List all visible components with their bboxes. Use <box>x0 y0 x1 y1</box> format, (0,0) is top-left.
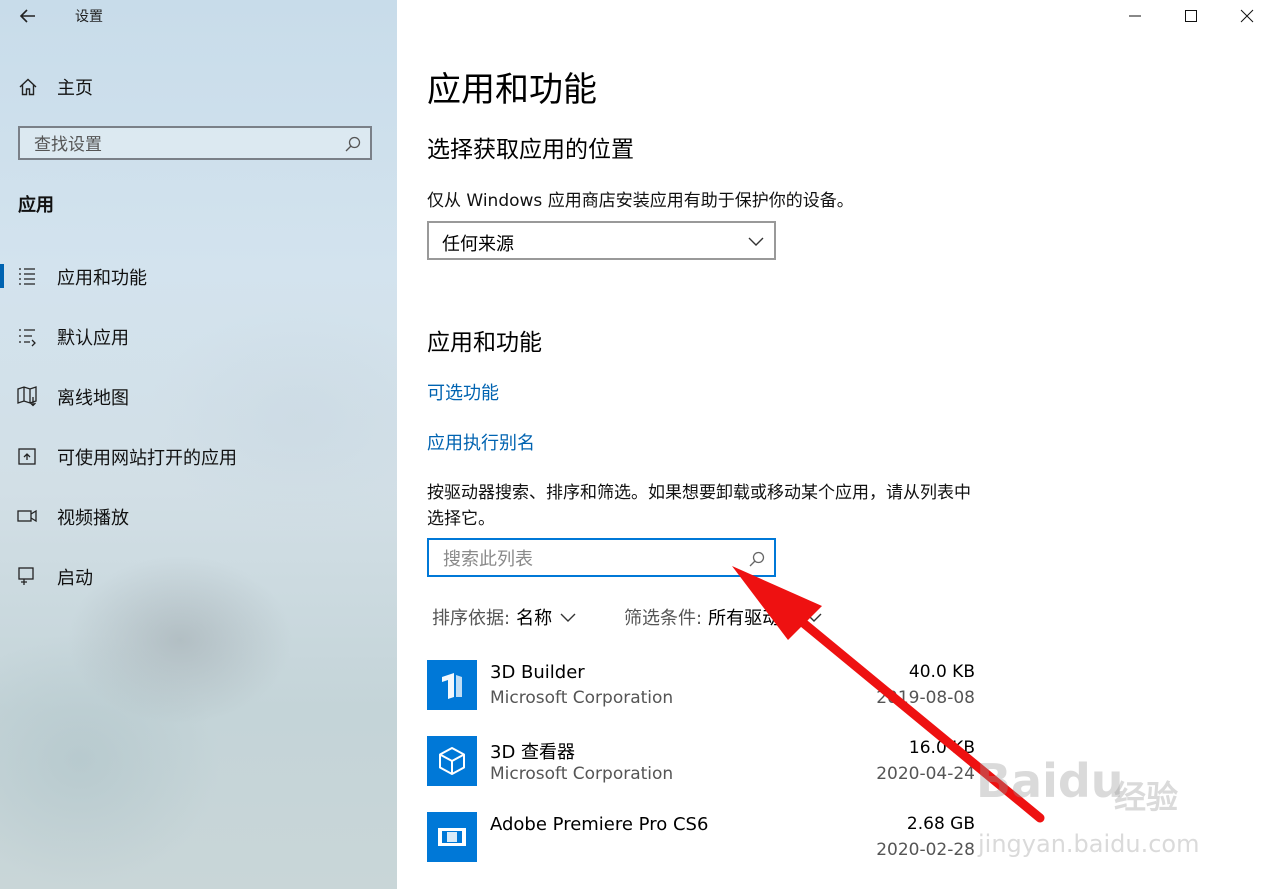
sidebar-item-label: 视频播放 <box>57 508 129 529</box>
app-list-item[interactable]: Adobe Premiere Pro CS6 2.68 GB 2020-02-2… <box>427 812 975 868</box>
back-button[interactable] <box>16 4 40 28</box>
sidebar-item-default-apps[interactable]: 默认应用 <box>0 316 397 356</box>
sidebar-item-label: 离线地图 <box>57 388 129 409</box>
map-icon <box>17 386 37 407</box>
video-icon <box>17 509 37 523</box>
app-name: 3D 查看器 <box>490 742 576 763</box>
back-arrow-icon <box>19 9 35 23</box>
sidebar-item-label: 启动 <box>57 568 93 589</box>
premiere-icon <box>427 812 477 862</box>
sidebar-item-label: 默认应用 <box>57 328 129 349</box>
app-size: 16.0 KB <box>908 738 975 758</box>
chevron-down-icon <box>748 237 764 246</box>
sidebar-item-label: 应用和功能 <box>57 268 147 289</box>
startup-icon <box>18 567 34 585</box>
page-title: 应用和功能 <box>427 70 597 110</box>
install-source-description: 仅从 Windows 应用商店安装应用有助于保护你的设备。 <box>427 191 854 211</box>
sort-by-dropdown[interactable]: 排序依据: 名称 <box>432 604 576 630</box>
app-publisher: Microsoft Corporation <box>490 764 674 784</box>
sort-value: 名称 <box>516 608 553 629</box>
install-source-heading: 选择获取应用的位置 <box>427 137 634 163</box>
app-date: 2019-08-08 <box>876 688 975 708</box>
sidebar-home[interactable]: 主页 <box>18 74 93 100</box>
sidebar-section-label: 应用 <box>18 195 54 216</box>
chevron-down-icon <box>806 613 822 622</box>
dropdown-value: 任何来源 <box>442 234 514 255</box>
filter-by-dropdown[interactable]: 筛选条件: 所有驱动器 <box>624 604 822 630</box>
apps-features-heading: 应用和功能 <box>427 330 542 356</box>
3d-builder-icon <box>427 660 477 710</box>
app-size: 2.68 GB <box>906 814 975 834</box>
window-title: 设置 <box>75 9 103 25</box>
install-source-dropdown[interactable]: 任何来源 <box>427 221 776 260</box>
sidebar-item-offline-maps[interactable]: 离线地图 <box>0 376 397 416</box>
settings-search-input[interactable] <box>32 132 336 158</box>
sidebar-item-apps-features[interactable]: 应用和功能 <box>0 256 397 296</box>
sidebar-item-startup[interactable]: 启动 <box>0 556 397 596</box>
app-publisher: Microsoft Corporation <box>490 688 674 708</box>
apps-list-icon <box>19 268 35 285</box>
sort-label: 排序依据: <box>432 608 511 629</box>
app-list-search-box[interactable] <box>427 538 776 577</box>
app-list-item[interactable]: 3D Builder Microsoft Corporation 40.0 KB… <box>427 660 975 716</box>
app-list-item[interactable]: 3D 查看器 Microsoft Corporation 16.0 KB 202… <box>427 736 975 792</box>
filter-label: 筛选条件: <box>624 608 703 629</box>
settings-search-box[interactable] <box>18 126 372 160</box>
sidebar-item-apps-for-websites[interactable]: 可使用网站打开的应用 <box>0 436 397 476</box>
app-date: 2020-02-28 <box>876 840 975 860</box>
app-size: 40.0 KB <box>908 662 975 682</box>
3d-viewer-icon <box>427 736 477 786</box>
app-list-search-input[interactable] <box>441 547 735 571</box>
open-website-icon <box>18 448 36 465</box>
search-icon[interactable] <box>748 550 766 568</box>
selection-indicator <box>0 264 4 288</box>
main-content: 应用和功能 选择获取应用的位置 仅从 Windows 应用商店安装应用有助于保护… <box>397 0 1269 889</box>
chevron-down-icon <box>560 613 576 622</box>
sidebar-home-label: 主页 <box>57 78 93 99</box>
sidebar-item-video-playback[interactable]: 视频播放 <box>0 496 397 536</box>
search-help-text: 按驱动器搜索、排序和筛选。如果想要卸载或移动某个应用，请从列表中选择它。 <box>427 483 971 529</box>
app-name: Adobe Premiere Pro CS6 <box>490 814 709 835</box>
app-name: 3D Builder <box>490 662 585 683</box>
home-icon <box>19 78 37 96</box>
optional-features-link[interactable]: 可选功能 <box>427 379 499 405</box>
search-icon[interactable] <box>344 135 362 153</box>
sidebar: 设置 主页 应用 应用和功能 默认应用 <box>0 0 397 889</box>
default-apps-icon <box>19 329 36 347</box>
app-date: 2020-04-24 <box>876 764 975 784</box>
filter-value: 所有驱动器 <box>708 608 799 629</box>
app-execution-aliases-link[interactable]: 应用执行别名 <box>427 429 535 455</box>
sidebar-item-label: 可使用网站打开的应用 <box>57 448 237 469</box>
